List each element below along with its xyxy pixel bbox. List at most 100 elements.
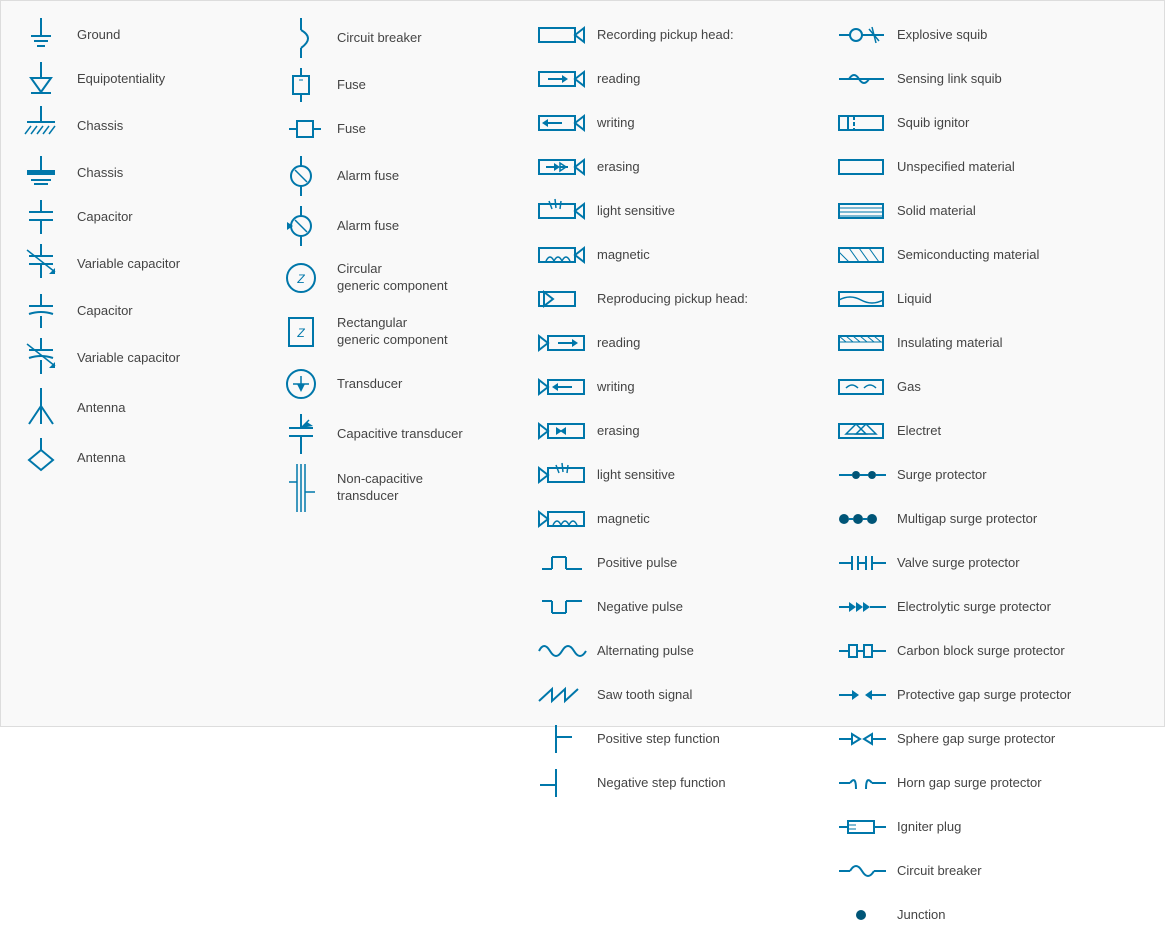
symbol-ground — [14, 16, 69, 54]
item-alarm-fuse2: Alarm fuse — [274, 204, 518, 248]
label-liquid: Liquid — [897, 291, 932, 308]
symbol-light-sensitive1 — [534, 197, 589, 225]
label-chassis2: Chassis — [77, 165, 123, 182]
column-1: Ground Equipotentiality — [6, 11, 266, 945]
item-circuit-breaker2: Circuit breaker — [834, 852, 1148, 890]
item-liquid: Liquid — [834, 280, 1148, 318]
symbol-erasing1 — [534, 153, 589, 181]
label-carbon-block-surge: Carbon block surge protector — [897, 643, 1065, 660]
column-4: Explosive squib Sensing link squib Sq — [826, 11, 1156, 945]
item-writing2: writing — [534, 368, 818, 406]
item-antenna2: Antenna — [14, 436, 258, 480]
symbol-reading2 — [534, 329, 589, 357]
symbol-recording-pickup-head — [534, 20, 589, 50]
symbol-unspecified-material — [834, 156, 889, 178]
item-light-sensitive1: light sensitive — [534, 192, 818, 230]
symbol-fuse2 — [274, 110, 329, 148]
item-explosive-squib: Explosive squib — [834, 16, 1148, 54]
label-antenna1: Antenna — [77, 400, 125, 417]
symbol-negative-pulse — [534, 593, 589, 621]
label-alarm-fuse1: Alarm fuse — [337, 168, 399, 185]
label-erasing2: erasing — [597, 423, 640, 440]
label-capacitor1: Capacitor — [77, 209, 133, 226]
symbol-variable-capacitor2 — [14, 336, 69, 380]
item-equipotentiality: Equipotentiality — [14, 60, 258, 98]
item-ground: Ground — [14, 16, 258, 54]
item-antenna1: Antenna — [14, 386, 258, 430]
item-variable-capacitor1: Variable capacitor — [14, 242, 258, 286]
label-alternating-pulse: Alternating pulse — [597, 643, 694, 660]
label-semiconducting-material: Semiconducting material — [897, 247, 1039, 264]
label-protective-gap-surge: Protective gap surge protector — [897, 687, 1071, 704]
label-sensing-link-squib: Sensing link squib — [897, 71, 1002, 88]
symbol-fuse1 — [274, 66, 329, 104]
item-sphere-gap-surge: Sphere gap surge protector — [834, 720, 1148, 758]
item-electret: Electret — [834, 412, 1148, 450]
item-multigap-surge: Multigap surge protector — [834, 500, 1148, 538]
label-transducer: Transducer — [337, 376, 402, 393]
item-junction: Junction — [834, 896, 1148, 934]
item-positive-pulse: Positive pulse — [534, 544, 818, 582]
item-magnetic2: magnetic — [534, 500, 818, 538]
item-electrolytic-surge: Electrolytic surge protector — [834, 588, 1148, 626]
label-electrolytic-surge: Electrolytic surge protector — [897, 599, 1051, 616]
label-erasing1: erasing — [597, 159, 640, 176]
symbol-igniter-plug — [834, 813, 889, 841]
item-solid-material: Solid material — [834, 192, 1148, 230]
label-positive-pulse: Positive pulse — [597, 555, 677, 572]
symbol-electret — [834, 420, 889, 442]
item-rectangular-generic: Z Rectangular generic component — [274, 308, 518, 356]
item-negative-step: Negative step function — [534, 764, 818, 802]
label-variable-capacitor2: Variable capacitor — [77, 350, 180, 367]
symbol-non-capacitive-transducer — [274, 462, 329, 514]
label-fuse2: Fuse — [337, 121, 366, 138]
label-recording-pickup-head: Recording pickup head: — [597, 27, 734, 44]
label-capacitor2: Capacitor — [77, 303, 133, 320]
symbol-explosive-squib — [834, 21, 889, 49]
symbol-alternating-pulse — [534, 637, 589, 665]
label-electret: Electret — [897, 423, 941, 440]
item-circuit-breaker: Circuit breaker — [274, 16, 518, 60]
item-carbon-block-surge: Carbon block surge protector — [834, 632, 1148, 670]
label-negative-pulse: Negative pulse — [597, 599, 683, 616]
symbol-chassis1 — [14, 104, 69, 148]
item-writing1: writing — [534, 104, 818, 142]
symbol-saw-tooth — [534, 681, 589, 709]
label-non-capacitive-transducer: Non-capacitive transducer — [337, 471, 423, 505]
symbol-surge-protector — [834, 464, 889, 486]
label-writing1: writing — [597, 115, 635, 132]
item-insulating-material: Insulating material — [834, 324, 1148, 362]
item-light-sensitive2: light sensitive — [534, 456, 818, 494]
symbol-multigap-surge — [834, 508, 889, 530]
label-writing2: writing — [597, 379, 635, 396]
item-circular-generic: Z Circular generic component — [274, 254, 518, 302]
label-chassis1: Chassis — [77, 118, 123, 135]
label-fuse1: Fuse — [337, 77, 366, 94]
item-saw-tooth: Saw tooth signal — [534, 676, 818, 714]
symbol-circuit-breaker — [274, 16, 329, 60]
label-reading1: reading — [597, 71, 640, 88]
symbol-sphere-gap-surge — [834, 728, 889, 750]
item-alternating-pulse: Alternating pulse — [534, 632, 818, 670]
item-capacitor1: Capacitor — [14, 198, 258, 236]
item-transducer: Transducer — [274, 362, 518, 406]
symbol-positive-step — [534, 723, 589, 755]
label-light-sensitive2: light sensitive — [597, 467, 675, 484]
label-surge-protector: Surge protector — [897, 467, 987, 484]
label-light-sensitive1: light sensitive — [597, 203, 675, 220]
symbol-reading1 — [534, 65, 589, 93]
label-antenna2: Antenna — [77, 450, 125, 467]
item-reading1: reading — [534, 60, 818, 98]
symbol-erasing2 — [534, 417, 589, 445]
label-circuit-breaker: Circuit breaker — [337, 30, 422, 47]
symbol-reproducing-pickup-head — [534, 284, 589, 314]
svg-text:Z: Z — [296, 326, 305, 340]
item-reproducing-pickup-head: Reproducing pickup head: — [534, 280, 818, 318]
item-variable-capacitor2: Variable capacitor — [14, 336, 258, 380]
item-semiconducting-material: Semiconducting material — [834, 236, 1148, 274]
item-horn-gap-surge: Horn gap surge protector — [834, 764, 1148, 802]
symbol-electrolytic-surge — [834, 596, 889, 618]
label-capacitive-transducer: Capacitive transducer — [337, 426, 463, 443]
column-2: Circuit breaker Fuse — [266, 11, 526, 945]
symbol-carbon-block-surge — [834, 640, 889, 662]
